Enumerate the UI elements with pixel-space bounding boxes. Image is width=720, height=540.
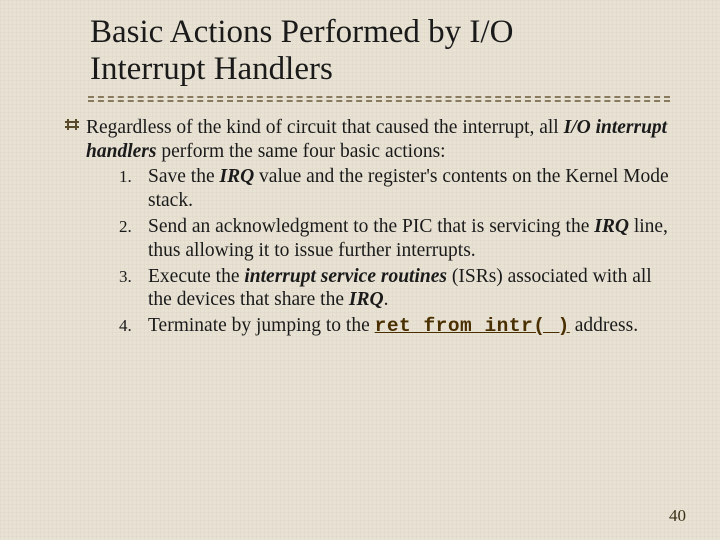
s4b: address. [570, 315, 638, 336]
steps-list: Save the IRQ value and the register's co… [90, 165, 670, 338]
s3-isr: interrupt service routines [244, 266, 447, 287]
step-4: Terminate by jumping to the ret_from_int… [136, 314, 670, 339]
s4-ret: ret_from_intr( ) [375, 315, 570, 337]
step-1: Save the IRQ value and the register's co… [136, 165, 670, 213]
lead-paragraph: Regardless of the kind of circuit that c… [86, 116, 670, 164]
s2a: Send an acknowledgment to the PIC that i… [148, 216, 594, 237]
body-content: Regardless of the kind of circuit that c… [90, 116, 670, 339]
s2-irq: IRQ [594, 216, 629, 237]
step-3: Execute the interrupt service routines (… [136, 265, 670, 313]
s3-irq: IRQ [349, 289, 384, 310]
title-divider [88, 96, 670, 104]
lead-post: perform the same four basic actions: [156, 141, 445, 162]
lead-pre: Regardless of the kind of circuit that c… [86, 117, 564, 138]
step-2: Send an acknowledgment to the PIC that i… [136, 215, 670, 263]
slide-title: Basic Actions Performed by I/O Interrupt… [90, 14, 670, 88]
s3c: . [384, 289, 389, 310]
s1a: Save the [148, 166, 219, 187]
title-line-2: Interrupt Handlers [90, 51, 333, 87]
s1-irq: IRQ [219, 166, 254, 187]
bullet-icon [58, 118, 86, 132]
s3a: Execute the [148, 266, 244, 287]
page-number: 40 [669, 506, 686, 526]
title-line-1: Basic Actions Performed by I/O [90, 14, 513, 50]
s4a: Terminate by jumping to the [148, 315, 375, 336]
